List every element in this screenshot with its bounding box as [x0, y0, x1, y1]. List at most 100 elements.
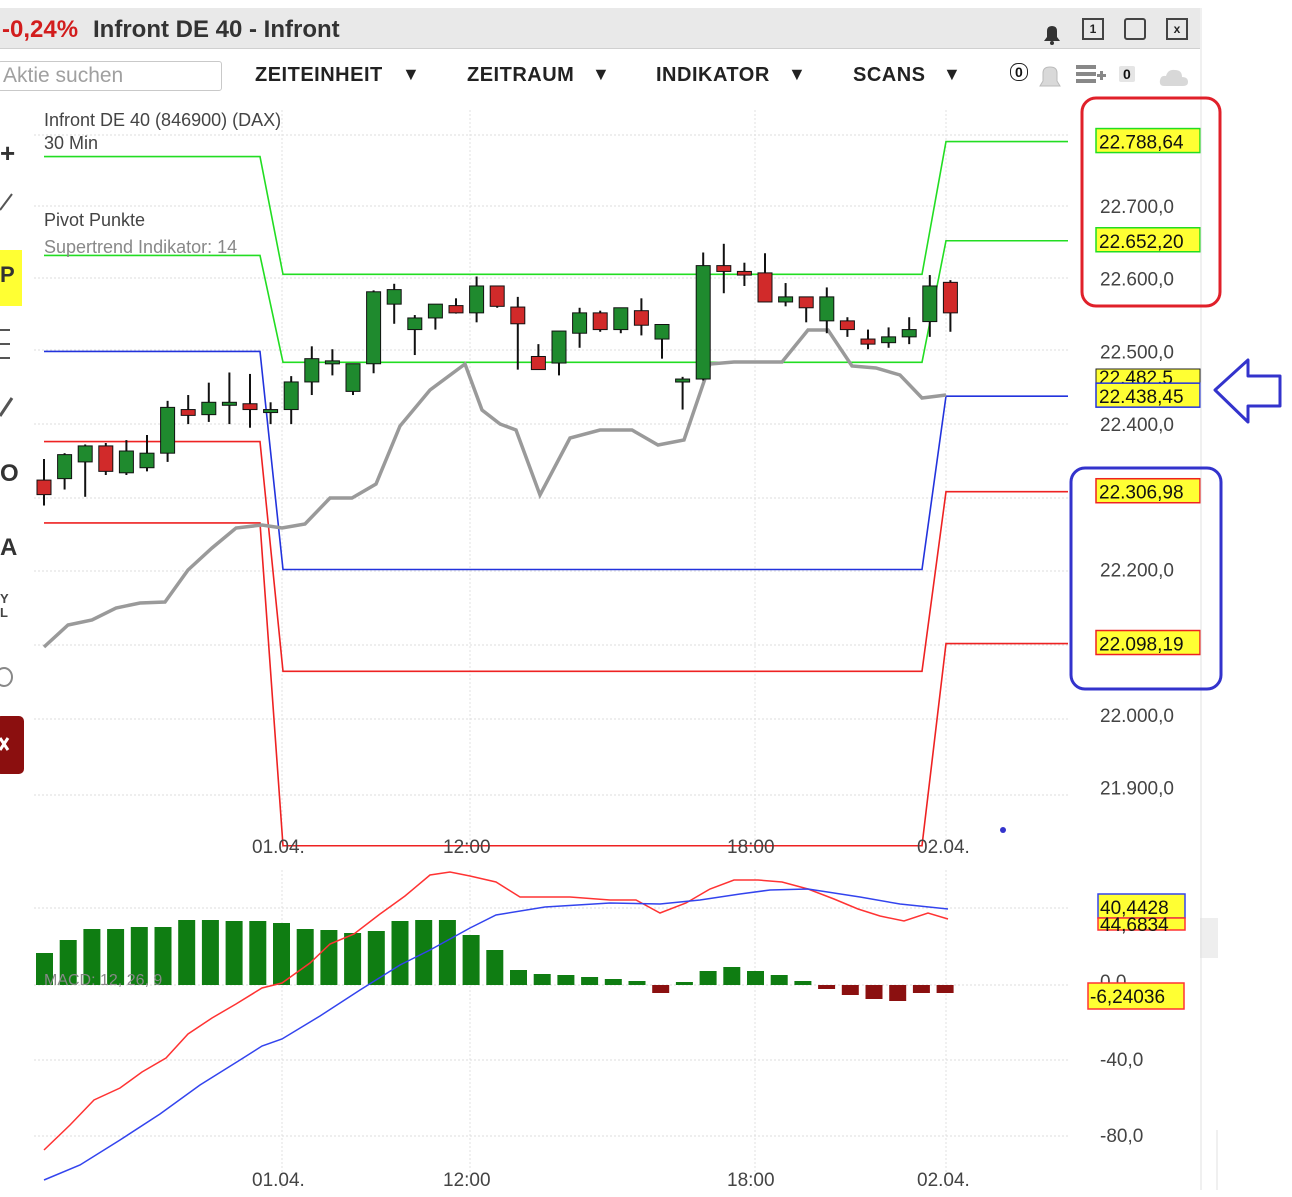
instrument-label: Infront DE 40 (846900) (DAX) [44, 110, 281, 130]
macd-bar-21 [533, 974, 551, 985]
macd-bar-6 [178, 920, 196, 985]
price-tick-1: 22.600,0 [1100, 270, 1174, 291]
annotation-arrow [1213, 358, 1282, 424]
candle-body-35 [757, 272, 773, 303]
time-tick-1: 12:00 [443, 837, 491, 858]
candle-body-43 [922, 285, 938, 323]
candle-body-27 [592, 312, 608, 331]
macd-bar-28 [699, 971, 717, 985]
macd-bar-26 [652, 985, 670, 993]
candle-body-4 [118, 450, 134, 474]
pivot-indicator-label: Pivot Punkte [44, 210, 145, 230]
macd-bar-9 [249, 921, 267, 985]
macd-bar-22 [557, 975, 575, 985]
candle-body-15 [345, 363, 361, 392]
price-tick-2: 22.500,0 [1100, 342, 1174, 363]
macd-bar-30 [747, 971, 764, 985]
candle-body-40 [860, 338, 876, 345]
candle-body-24 [530, 355, 546, 371]
macd-bar-23 [581, 977, 599, 985]
supertrend-path [42, 328, 947, 649]
time-tick-2: 18:00 [727, 837, 775, 858]
candle-body-32 [695, 265, 711, 380]
candle-body-1 [57, 454, 73, 480]
macd-bar-20 [510, 970, 527, 985]
macd-bar-31 [770, 975, 788, 985]
price-tick-4: 22.200,0 [1100, 561, 1174, 582]
annotation-dot [1000, 827, 1006, 833]
macd-bar-38 [936, 985, 954, 993]
candle-body-23 [510, 306, 526, 325]
interval-label: 30 Min [44, 133, 98, 153]
candle-body-34 [736, 270, 752, 276]
candle-body-42 [901, 329, 917, 338]
candle-body-18 [407, 317, 423, 331]
candle-body-8 [201, 401, 217, 416]
label-pivot-text: 22.438,45 [1099, 387, 1184, 408]
candle-body-39 [839, 320, 855, 331]
label-s1-text: 22.306,98 [1099, 483, 1184, 504]
label-r1-text: 22.652,20 [1099, 232, 1184, 253]
macd-tick-1: -40,0 [1100, 1050, 1143, 1071]
macd-bar-33 [818, 985, 836, 989]
macd-bar-11 [296, 929, 314, 985]
candle-body-41 [881, 336, 897, 344]
candle-body-12 [283, 381, 299, 411]
candle-body-3 [98, 445, 114, 472]
macd-bar-24 [604, 979, 622, 985]
candle-body-9 [221, 401, 237, 406]
macd-bar-13 [344, 933, 362, 985]
macd-bar-15 [391, 921, 409, 985]
candle-body-25 [551, 330, 567, 364]
candle-body-33 [716, 265, 732, 272]
candles-group [36, 243, 958, 506]
macd-bar-36 [889, 985, 907, 1001]
candle-body-7 [180, 409, 196, 416]
macd-indicator-label: MACD: 12, 26, 9 [44, 972, 162, 989]
macd-bar-10 [273, 923, 290, 985]
time-tick-3: 02.04. [917, 837, 970, 858]
macd-bar-35 [865, 985, 883, 999]
level-s1 [44, 440, 1068, 673]
candle-body-6 [160, 406, 176, 454]
chart-svg[interactable]: 22.700,0 22.600,0 22.500,0 22.400,0 22.200,0… [0, 0, 1292, 1197]
candle-body-29 [633, 310, 649, 326]
candle-body-16 [366, 291, 382, 365]
scrollbar-thumb [1200, 918, 1218, 958]
macd-bar-32 [794, 981, 812, 985]
candle-body-5 [139, 452, 155, 469]
candle-body-26 [572, 312, 588, 334]
candle-body-17 [386, 289, 402, 305]
macd-time-tick-1: 12:00 [443, 1170, 491, 1191]
macd-tick-2: -80,0 [1100, 1126, 1143, 1147]
supertrend-indicator-label: Supertrend Indikator: 14 [44, 237, 237, 257]
macd-time-tick-2: 18:00 [727, 1170, 775, 1191]
macd-panel: 40,442844,68340,0-6,24036-40,0-80,0 [34, 8, 1218, 1190]
macd-bar-27 [675, 982, 693, 985]
macd-bar-18 [462, 935, 480, 985]
candle-body-30 [654, 324, 670, 340]
candle-body-14 [324, 360, 340, 365]
macd-bar-17 [438, 920, 456, 985]
macd-bar-25 [628, 981, 646, 985]
candle-body-44 [942, 281, 958, 314]
candle-body-31 [675, 378, 691, 383]
candle-body-28 [613, 307, 629, 331]
macd-hist-text: -6,24036 [1090, 987, 1165, 1008]
price-tick-6: 21.900,0 [1100, 779, 1174, 800]
candle-body-20 [448, 305, 464, 314]
macd-signal-line [43, 871, 949, 1151]
macd-time-tick-3: 02.04. [917, 1170, 970, 1191]
price-tick-0: 22.700,0 [1100, 197, 1174, 218]
macd-bar-8 [225, 921, 243, 985]
level-pivot [44, 350, 1068, 571]
candle-body-36 [778, 296, 794, 303]
macd-bar-29 [723, 967, 741, 985]
macd-bar-37 [912, 985, 930, 993]
candle-body-21 [469, 285, 485, 314]
candle-body-10 [242, 403, 258, 411]
macd-signal-hidden-text: 44,6834 [1100, 915, 1169, 936]
price-tick-5: 22.000,0 [1100, 706, 1174, 727]
macd-bar-7 [201, 920, 219, 985]
time-tick-0: 01.04. [252, 837, 305, 858]
